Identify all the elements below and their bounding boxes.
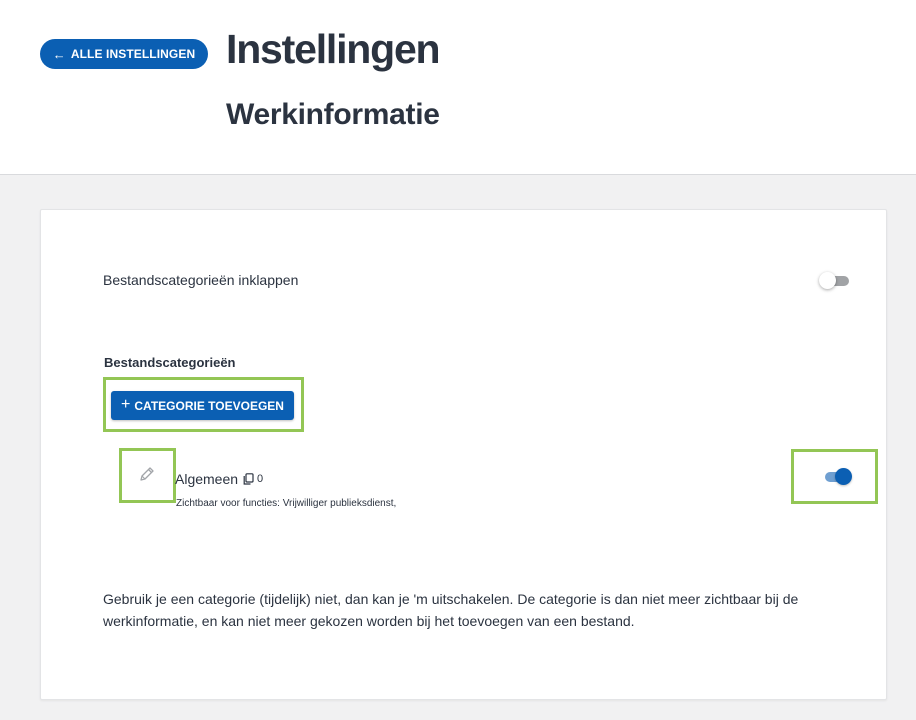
file-count-value: 0 xyxy=(257,473,264,485)
categories-heading: Bestandscategorieën xyxy=(104,355,236,370)
collapse-categories-label: Bestandscategorieën inklappen xyxy=(103,272,299,288)
back-button-label: ALLE INSTELLINGEN xyxy=(70,47,196,61)
add-category-button[interactable]: + CATEGORIE TOEVOEGEN xyxy=(111,391,294,420)
page-subtitle: Werkinformatie xyxy=(226,98,440,131)
settings-card: Bestandscategorieën inklappen Bestandsca… xyxy=(40,209,887,700)
category-enabled-toggle[interactable] xyxy=(821,468,853,485)
category-name: Algemeen xyxy=(175,471,239,487)
collapse-categories-toggle[interactable] xyxy=(819,272,851,289)
add-category-label: CATEGORIE TOEVOEGEN xyxy=(134,398,284,413)
toggle-knob xyxy=(819,272,836,289)
toggle-knob xyxy=(835,468,852,485)
page-title: Instellingen xyxy=(226,26,441,72)
page-header: ← ALLE INSTELLINGEN Instellingen Werkinf… xyxy=(0,0,916,175)
category-visibility: Zichtbaar voor functies: Vrijwilliger pu… xyxy=(176,498,397,509)
category-row: Algemeen 0 xyxy=(175,471,263,487)
help-text: Gebruik je een categorie (tijdelijk) nie… xyxy=(103,591,799,629)
back-to-all-settings-button[interactable]: ← ALLE INSTELLINGEN xyxy=(40,39,208,69)
arrow-left-icon: ← xyxy=(52,46,66,62)
pencil-icon[interactable] xyxy=(137,464,157,484)
file-count: 0 xyxy=(243,473,263,485)
copy-icon xyxy=(243,473,254,485)
plus-icon: + xyxy=(121,396,131,413)
